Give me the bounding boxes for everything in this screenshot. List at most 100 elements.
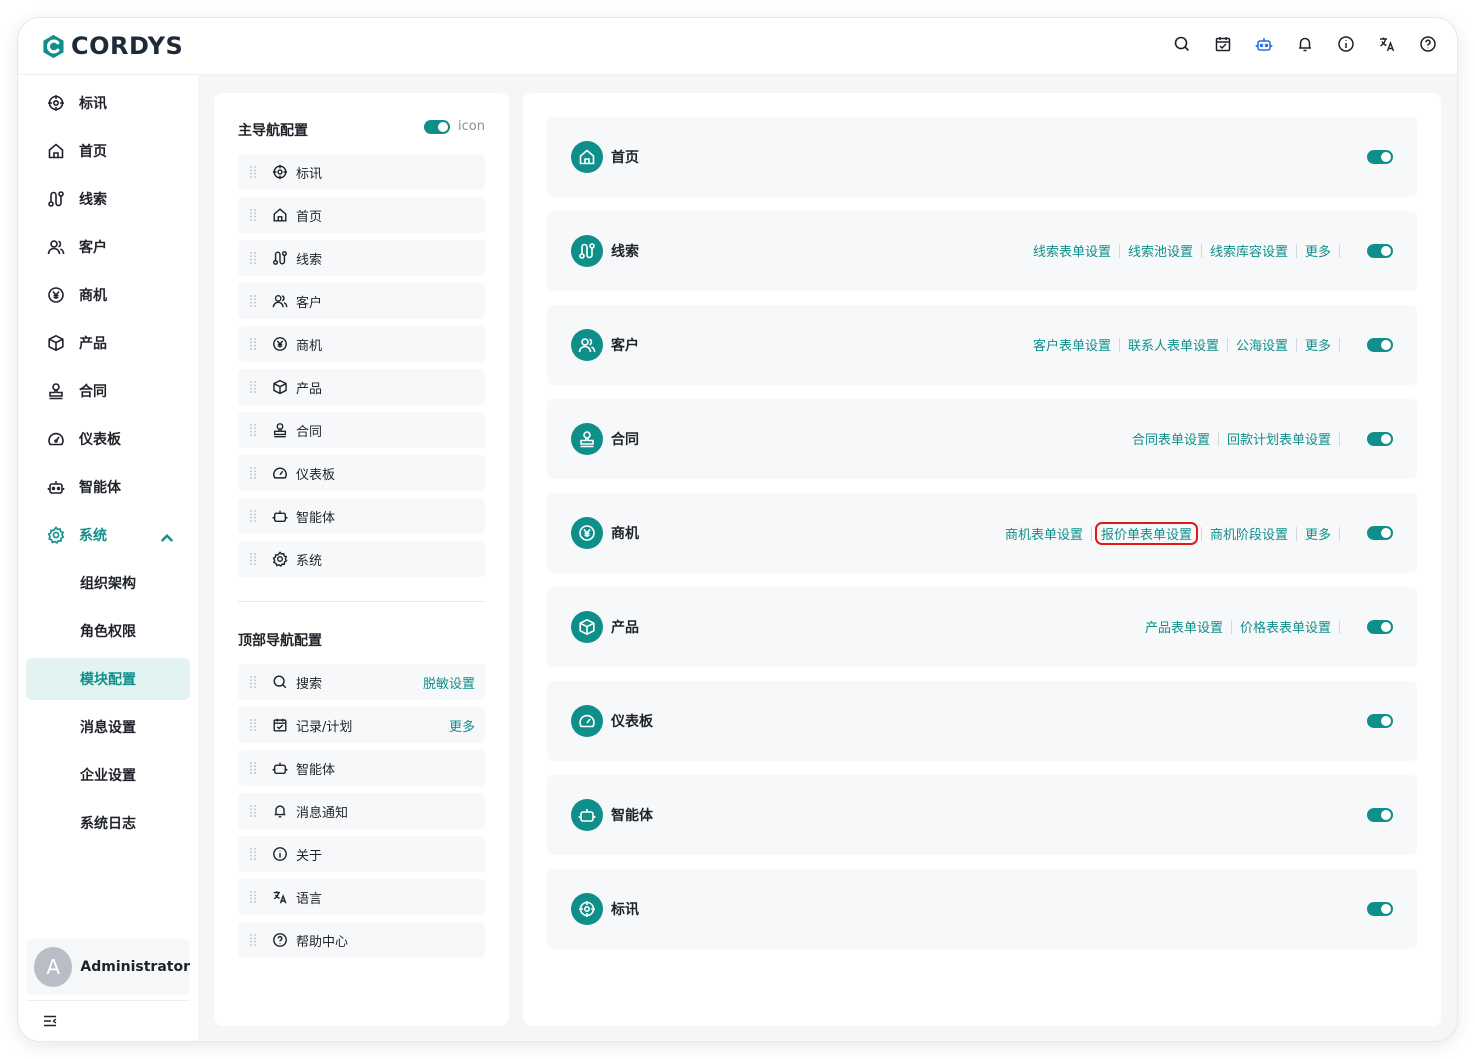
module-toggle[interactable] — [1367, 432, 1393, 446]
module-toggle[interactable] — [1367, 808, 1393, 822]
link-separator — [1118, 243, 1120, 258]
module-toggle[interactable] — [1367, 338, 1393, 352]
main-nav-row[interactable]: 智能体 — [238, 498, 485, 534]
module-setting-link[interactable]: 线索池设置 — [1123, 240, 1198, 261]
drag-handle-icon[interactable] — [248, 509, 258, 523]
top-nav-row[interactable]: 智能体 — [238, 750, 485, 786]
drag-handle-icon[interactable] — [248, 208, 258, 222]
module-toggle[interactable] — [1367, 902, 1393, 916]
user-card[interactable]: A Administrator — [26, 939, 190, 995]
drag-handle-icon[interactable] — [248, 761, 258, 775]
translate-icon[interactable] — [1378, 35, 1396, 53]
module-setting-link[interactable]: 商机表单设置 — [1000, 523, 1088, 544]
drag-handle-icon[interactable] — [248, 804, 258, 818]
sidebar-item-bidding[interactable]: 标讯 — [26, 82, 190, 124]
main-nav-row[interactable]: 客户 — [238, 283, 485, 319]
module-setting-link[interactable]: 价格表表单设置 — [1235, 616, 1336, 637]
module-toggle[interactable] — [1367, 620, 1393, 634]
drag-handle-icon[interactable] — [248, 718, 258, 732]
main-nav-row[interactable]: 首页 — [238, 197, 485, 233]
top-nav-row-link[interactable]: 脱敏设置 — [423, 673, 475, 692]
sidebar-item-dashboard[interactable]: 仪表板 — [26, 418, 190, 460]
top-nav-row[interactable]: 关于 — [238, 836, 485, 872]
sidebar-item-products[interactable]: 产品 — [26, 322, 190, 364]
module-setting-link[interactable]: 线索表单设置 — [1028, 240, 1116, 261]
search-icon[interactable] — [1173, 35, 1191, 53]
robot-icon[interactable] — [1255, 35, 1273, 53]
sidebar-subitem-org[interactable]: 组织架构 — [26, 562, 190, 604]
main-nav-row[interactable]: 标讯 — [238, 154, 485, 190]
module-toggle[interactable] — [1367, 244, 1393, 258]
main-nav-row[interactable]: 线索 — [238, 240, 485, 276]
module-setting-link[interactable]: 回款计划表单设置 — [1222, 428, 1336, 449]
sidebar-item-home[interactable]: 首页 — [26, 130, 190, 172]
top-nav-row-link[interactable]: 更多 — [449, 716, 475, 735]
module-toggle[interactable] — [1367, 714, 1393, 728]
main-nav-row[interactable]: 仪表板 — [238, 455, 485, 491]
module-setting-link[interactable]: 联系人表单设置 — [1123, 334, 1224, 355]
top-nav-row[interactable]: 帮助中心 — [238, 922, 485, 958]
module-setting-link[interactable]: 公海设置 — [1231, 334, 1293, 355]
sidebar-subitem-enterprise[interactable]: 企业设置 — [26, 754, 190, 796]
module-setting-link[interactable]: 产品表单设置 — [1140, 616, 1228, 637]
drag-handle-icon[interactable] — [248, 337, 258, 351]
drag-handle-icon[interactable] — [248, 466, 258, 480]
sidebar-item-leads[interactable]: 线索 — [26, 178, 190, 220]
module-toggle[interactable] — [1367, 150, 1393, 164]
sidebar-item-contracts[interactable]: 合同 — [26, 370, 190, 412]
drag-handle-icon[interactable] — [248, 423, 258, 437]
module-toggle[interactable] — [1367, 526, 1393, 540]
sidebar-subitem-roles[interactable]: 角色权限 — [26, 610, 190, 652]
drag-handle-icon[interactable] — [248, 933, 258, 947]
module-setting-link[interactable]: 客户表单设置 — [1028, 334, 1116, 355]
sidebar-item-customers[interactable]: 客户 — [26, 226, 190, 268]
stamp-icon — [49, 383, 63, 400]
icon-toggle[interactable] — [424, 119, 451, 134]
drag-handle-icon[interactable] — [248, 675, 258, 689]
drag-handle-icon[interactable] — [248, 251, 258, 265]
gauge-icon — [579, 714, 595, 728]
main-nav-row[interactable]: 商机 — [238, 326, 485, 362]
module-setting-link[interactable]: 合同表单设置 — [1127, 428, 1215, 449]
main-nav-row[interactable]: 系统 — [238, 541, 485, 577]
sidebar-subitem-logs[interactable]: 系统日志 — [26, 802, 190, 844]
link-separator — [1200, 243, 1202, 258]
help-icon[interactable] — [1419, 35, 1437, 53]
sidebar-item-opportunity[interactable]: 商机 — [26, 274, 190, 316]
collapse-menu-icon[interactable] — [42, 1013, 58, 1029]
drag-handle-icon[interactable] — [248, 552, 258, 566]
bell-icon[interactable] — [1296, 35, 1314, 53]
drag-handle-icon[interactable] — [248, 890, 258, 904]
sidebar-subitem-module-config[interactable]: 模块配置 — [26, 658, 190, 700]
sidebar-item-system[interactable]: 系统 — [26, 514, 190, 556]
calendar-icon[interactable] — [1214, 35, 1232, 53]
top-nav-row[interactable]: 语言 — [238, 879, 485, 915]
drag-handle-icon[interactable] — [248, 165, 258, 179]
module-setting-link[interactable]: 更多 — [1300, 334, 1336, 355]
top-nav-row[interactable]: 消息通知 — [238, 793, 485, 829]
info-icon[interactable] — [1337, 35, 1355, 53]
module-setting-link[interactable]: 商机阶段设置 — [1205, 523, 1293, 544]
main-nav-row[interactable]: 产品 — [238, 369, 485, 405]
top-nav-row[interactable]: 记录/计划 更多 — [238, 707, 485, 743]
module-setting-link[interactable]: 更多 — [1300, 523, 1336, 544]
sidebar-item-label: 系统 — [79, 528, 107, 544]
module-setting-link[interactable]: 报价单表单设置 — [1094, 522, 1198, 545]
drag-handle-icon[interactable] — [248, 294, 258, 308]
sidebar-item-agent[interactable]: 智能体 — [26, 466, 190, 508]
main-nav-row-label: 首页 — [296, 209, 323, 225]
sidebar-subitem-messages[interactable]: 消息设置 — [26, 706, 190, 748]
main-nav-row[interactable]: 合同 — [238, 412, 485, 448]
module-title: 产品 — [611, 620, 639, 636]
drag-handle-icon[interactable] — [248, 847, 258, 861]
link-separator — [1339, 337, 1340, 352]
chevron-up-icon[interactable] — [158, 529, 176, 547]
top-nav-row[interactable]: 搜索 脱敏设置 — [238, 664, 485, 700]
drag-handle-icon[interactable] — [248, 380, 258, 394]
sidebar-item-label: 产品 — [79, 336, 107, 352]
yen-icon — [273, 337, 287, 351]
logo[interactable]: CORDYS — [40, 32, 183, 60]
module-setting-link[interactable]: 更多 — [1300, 240, 1336, 261]
top-nav-row-label: 帮助中心 — [296, 934, 349, 950]
module-setting-link[interactable]: 线索库容设置 — [1205, 240, 1293, 261]
